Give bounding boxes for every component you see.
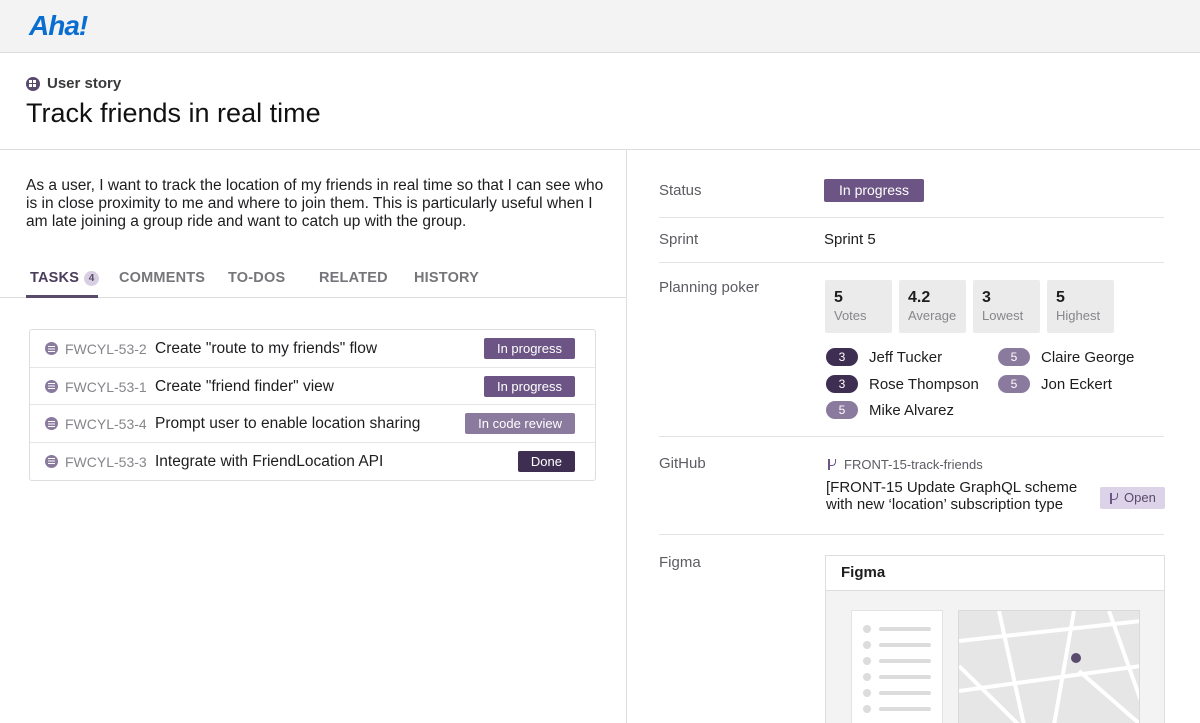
task-list: FWCYL-53-2 Create "route to my friends" … bbox=[29, 329, 596, 481]
figma-preview-map bbox=[958, 610, 1140, 723]
voter-name: Claire George bbox=[1041, 349, 1134, 366]
stat-value: 5 bbox=[1056, 289, 1065, 307]
vote-pill: 3 bbox=[826, 375, 858, 393]
voter-item[interactable]: 5 Jon Eckert bbox=[998, 375, 1112, 393]
tasks-count-badge: 4 bbox=[84, 271, 99, 286]
figma-label: Figma bbox=[659, 554, 701, 571]
task-id: FWCYL-53-3 bbox=[65, 454, 147, 470]
github-branch-name: FRONT-15-track-friends bbox=[844, 457, 983, 472]
task-status-badge[interactable]: Done bbox=[518, 451, 575, 472]
stat-label: Lowest bbox=[982, 308, 1023, 323]
tab-bar: TASKS 4 COMMENTS TO-DOS RELATED HISTORY bbox=[0, 260, 627, 298]
details-panel: Status In progress Sprint Sprint 5 Plann… bbox=[627, 150, 1200, 723]
main-panel: As a user, I want to track the location … bbox=[0, 150, 627, 723]
tab-history[interactable]: HISTORY bbox=[414, 270, 479, 286]
location-pin-icon bbox=[1071, 653, 1081, 663]
stat-value: 4.2 bbox=[908, 289, 930, 307]
task-row[interactable]: FWCYL-53-3 Integrate with FriendLocation… bbox=[30, 443, 595, 481]
github-label: GitHub bbox=[659, 455, 706, 472]
figma-embed[interactable]: Figma bbox=[825, 555, 1165, 723]
task-id: FWCYL-53-2 bbox=[65, 341, 147, 357]
record-type-label: User story bbox=[47, 75, 121, 92]
task-name[interactable]: Create "friend finder" view bbox=[155, 378, 334, 396]
aha-logo[interactable]: Aha! bbox=[29, 10, 87, 42]
user-story-icon bbox=[26, 77, 40, 91]
record-type: User story bbox=[26, 75, 121, 92]
task-name[interactable]: Prompt user to enable location sharing bbox=[155, 415, 420, 433]
sprint-value[interactable]: Sprint 5 bbox=[824, 231, 876, 248]
task-row[interactable]: FWCYL-53-2 Create "route to my friends" … bbox=[30, 330, 595, 368]
stat-label: Average bbox=[908, 308, 956, 323]
task-icon bbox=[45, 342, 58, 355]
github-pr-status-badge[interactable]: Open bbox=[1100, 487, 1165, 509]
task-icon bbox=[45, 417, 58, 430]
tab-related[interactable]: RELATED bbox=[319, 270, 388, 286]
task-row[interactable]: FWCYL-53-4 Prompt user to enable locatio… bbox=[30, 405, 595, 443]
poker-stat-highest: 5 Highest bbox=[1047, 280, 1114, 333]
stat-value: 5 bbox=[834, 289, 843, 307]
task-name[interactable]: Integrate with FriendLocation API bbox=[155, 453, 383, 471]
poker-stat-votes: 5 Votes bbox=[825, 280, 892, 333]
figma-preview-list bbox=[851, 610, 943, 723]
vote-pill: 5 bbox=[998, 375, 1030, 393]
divider bbox=[659, 217, 1164, 218]
active-tab-indicator bbox=[26, 295, 98, 298]
voter-item[interactable]: 5 Claire George bbox=[998, 348, 1134, 366]
divider bbox=[659, 436, 1164, 437]
map-illustration bbox=[959, 611, 1140, 723]
poker-stat-lowest: 3 Lowest bbox=[973, 280, 1040, 333]
vote-pill: 3 bbox=[826, 348, 858, 366]
planning-poker-label: Planning poker bbox=[659, 279, 759, 296]
vote-pill: 5 bbox=[826, 401, 858, 419]
github-branch[interactable]: FRONT-15-track-friends bbox=[826, 457, 983, 472]
task-status-badge[interactable]: In code review bbox=[465, 413, 575, 434]
divider bbox=[659, 534, 1164, 535]
poker-stat-average: 4.2 Average bbox=[899, 280, 966, 333]
vote-pill: 5 bbox=[998, 348, 1030, 366]
voter-name: Mike Alvarez bbox=[869, 402, 954, 419]
status-label: Status bbox=[659, 182, 702, 199]
task-id: FWCYL-53-1 bbox=[65, 379, 147, 395]
sprint-label: Sprint bbox=[659, 231, 698, 248]
record-header: User story Track friends in real time bbox=[0, 53, 1200, 150]
stat-label: Votes bbox=[834, 308, 867, 323]
voter-name: Jon Eckert bbox=[1041, 376, 1112, 393]
top-bar: Aha! bbox=[0, 0, 1200, 53]
voter-item[interactable]: 3 Jeff Tucker bbox=[826, 348, 942, 366]
task-icon bbox=[45, 380, 58, 393]
divider bbox=[659, 262, 1164, 263]
record-title[interactable]: Track friends in real time bbox=[26, 98, 321, 129]
tab-tasks-label: TASKS bbox=[30, 270, 79, 286]
stat-value: 3 bbox=[982, 289, 991, 307]
stat-label: Highest bbox=[1056, 308, 1100, 323]
task-name[interactable]: Create "route to my friends" flow bbox=[155, 340, 377, 358]
tab-comments[interactable]: COMMENTS bbox=[119, 270, 205, 286]
record-description[interactable]: As a user, I want to track the location … bbox=[26, 177, 616, 231]
voter-name: Rose Thompson bbox=[869, 376, 979, 393]
task-id: FWCYL-53-4 bbox=[65, 416, 147, 432]
status-value[interactable]: In progress bbox=[824, 179, 924, 202]
voter-name: Jeff Tucker bbox=[869, 349, 942, 366]
github-pr-status: Open bbox=[1124, 487, 1156, 509]
task-icon bbox=[45, 455, 58, 468]
task-row[interactable]: FWCYL-53-1 Create "friend finder" view I… bbox=[30, 368, 595, 406]
tab-to-dos[interactable]: TO-DOS bbox=[228, 270, 285, 286]
task-status-badge[interactable]: In progress bbox=[484, 376, 575, 397]
git-branch-icon bbox=[826, 458, 837, 471]
figma-card-title: Figma bbox=[826, 556, 1164, 591]
voter-item[interactable]: 5 Mike Alvarez bbox=[826, 401, 954, 419]
github-pr-title[interactable]: [FRONT-15 Update GraphQL scheme with new… bbox=[826, 479, 1091, 513]
task-status-badge[interactable]: In progress bbox=[484, 338, 575, 359]
git-pull-request-icon bbox=[1108, 492, 1119, 505]
voter-item[interactable]: 3 Rose Thompson bbox=[826, 375, 979, 393]
tab-tasks[interactable]: TASKS 4 bbox=[30, 270, 99, 286]
